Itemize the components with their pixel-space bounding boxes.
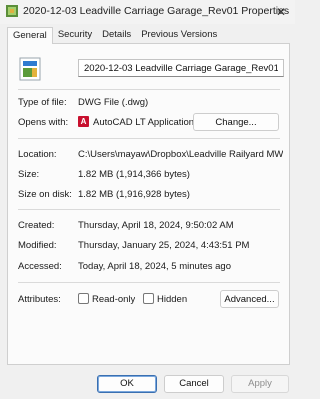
- ok-button[interactable]: OK: [97, 375, 157, 393]
- separator: [18, 209, 280, 210]
- separator: [18, 282, 280, 283]
- accessed-label: Accessed:: [18, 261, 62, 272]
- opens-with-label: Opens with:: [18, 117, 69, 128]
- general-panel: Type of file: DWG File (.dwg) Opens with…: [7, 43, 290, 365]
- dwg-file-icon: [6, 5, 18, 17]
- tab-security[interactable]: Security: [53, 27, 97, 43]
- hidden-label[interactable]: Hidden: [157, 294, 187, 305]
- tab-previous-versions[interactable]: Previous Versions: [136, 27, 222, 43]
- type-of-file-label: Type of file:: [18, 97, 67, 108]
- accessed-value: Today, April 18, 2024, 5 minutes ago: [78, 261, 231, 272]
- type-of-file-value: DWG File (.dwg): [78, 97, 149, 108]
- attributes-label: Attributes:: [18, 294, 61, 305]
- dwg-file-large-icon: [19, 57, 41, 81]
- modified-value: Thursday, January 25, 2024, 4:43:51 PM: [78, 240, 250, 251]
- title-bar: 2020-12-03 Leadville Carriage Garage_Rev…: [0, 0, 295, 24]
- advanced-button[interactable]: Advanced...: [220, 290, 279, 308]
- tab-general[interactable]: General: [7, 27, 53, 44]
- change-button[interactable]: Change...: [193, 113, 279, 131]
- read-only-checkbox[interactable]: [78, 293, 89, 304]
- size-value: 1.82 MB (1,914,366 bytes): [78, 169, 190, 180]
- created-value: Thursday, April 18, 2024, 9:50:02 AM: [78, 220, 234, 231]
- opens-with-value: AutoCAD LT Application: [93, 117, 193, 128]
- cancel-button[interactable]: Cancel: [164, 375, 224, 393]
- tab-details[interactable]: Details: [97, 27, 136, 43]
- read-only-label[interactable]: Read-only: [92, 294, 135, 305]
- size-label: Size:: [18, 169, 40, 180]
- file-name-input[interactable]: [78, 59, 284, 77]
- close-icon: ✕: [275, 5, 287, 19]
- window-title: 2020-12-03 Leadville Carriage Garage_Rev…: [23, 5, 290, 17]
- size-on-disk-value: 1.82 MB (1,916,928 bytes): [78, 189, 190, 200]
- hidden-checkbox[interactable]: [143, 293, 154, 304]
- separator: [18, 138, 280, 139]
- created-label: Created:: [18, 220, 55, 231]
- apply-button[interactable]: Apply: [231, 375, 289, 393]
- autocad-icon: A: [78, 116, 89, 127]
- tab-bar: General Security Details Previous Versio…: [7, 27, 222, 44]
- location-label: Location:: [18, 149, 57, 160]
- size-on-disk-label: Size on disk:: [18, 189, 72, 200]
- location-value: C:\Users\mayaw\Dropbox\Leadville Railyar…: [78, 149, 283, 160]
- modified-label: Modified:: [18, 240, 57, 251]
- close-button[interactable]: ✕: [267, 0, 295, 24]
- separator: [18, 89, 280, 90]
